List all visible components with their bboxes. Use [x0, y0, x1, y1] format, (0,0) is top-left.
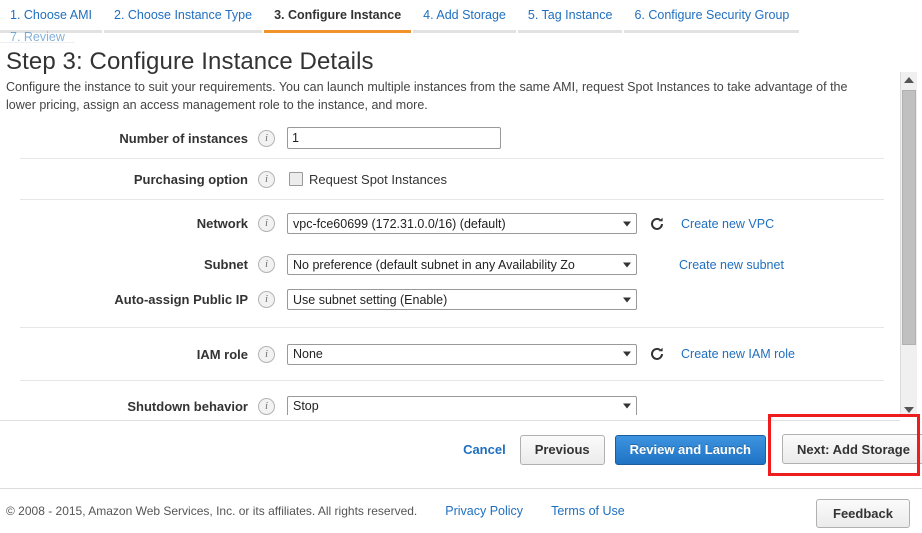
privacy-policy-link[interactable]: Privacy Policy [445, 504, 523, 518]
tab-label: 3. Configure Instance [274, 8, 402, 22]
next-button-wrapper: Next: Add Storage [782, 434, 922, 464]
info-icon[interactable]: i [258, 256, 275, 273]
scroll-up-arrow-icon[interactable] [901, 72, 917, 87]
control-auto-assign-public-ip: Use subnet setting (Enable) [287, 289, 900, 310]
shutdown-behavior-value: Stop [293, 399, 319, 413]
iam-role-select[interactable]: None [287, 343, 637, 365]
page-footer: © 2008 - 2015, Amazon Web Services, Inc.… [0, 488, 922, 533]
subnet-select[interactable]: No preference (default subnet in any Ava… [287, 254, 637, 275]
terms-of-use-link[interactable]: Terms of Use [551, 504, 625, 518]
auto-assign-public-ip-value: Use subnet setting (Enable) [293, 292, 448, 307]
label-subnet: Subnet [203, 257, 248, 272]
auto-assign-public-ip-select[interactable]: Use subnet setting (Enable) [287, 289, 637, 310]
row-iam-role: IAM role i None Create new IAM role [0, 328, 900, 380]
page-description: Configure the instance to suit your requ… [6, 80, 848, 112]
label-iam-role: IAM role [196, 346, 248, 362]
scroll-down-arrow-icon[interactable] [901, 402, 917, 417]
control-network: vpc-fce60699 (172.31.0.0/16) (default) C… [287, 213, 900, 234]
chevron-down-icon [623, 262, 631, 267]
info-icon[interactable]: i [258, 345, 275, 363]
row-number-of-instances: Number of instances i [0, 118, 900, 158]
iam-role-select-value: None [293, 347, 323, 361]
feedback-button[interactable]: Feedback [816, 499, 910, 528]
label-purchasing-option: Purchasing option [133, 171, 248, 187]
page-title: Step 3: Configure Instance Details [6, 48, 374, 75]
request-spot-instances-label[interactable]: Request Spot Instances [309, 172, 447, 187]
network-select-value: vpc-fce60699 (172.31.0.0/16) (default) [293, 216, 506, 231]
label-network: Network [196, 216, 248, 231]
vertical-scrollbar[interactable] [900, 72, 917, 417]
number-of-instances-input[interactable] [287, 127, 501, 149]
tab-label: 5. Tag Instance [527, 8, 613, 22]
network-select[interactable]: vpc-fce60699 (172.31.0.0/16) (default) [287, 213, 637, 234]
row-auto-assign-public-ip: Auto-assign Public IP i Use subnet setti… [0, 282, 900, 317]
configure-instance-form: Number of instances i Purchasing option … [0, 118, 900, 415]
cancel-button[interactable]: Cancel [463, 442, 506, 457]
info-icon[interactable]: i [258, 129, 275, 147]
shutdown-behavior-select[interactable]: Stop [287, 395, 637, 415]
wizard-tab-bar-overflow: 7. Review [0, 29, 922, 43]
chevron-down-icon [623, 297, 631, 302]
request-spot-instances-checkbox[interactable] [289, 172, 303, 186]
next-add-storage-button[interactable]: Next: Add Storage [782, 434, 922, 464]
info-icon[interactable]: i [258, 291, 275, 308]
copyright-text: © 2008 - 2015, Amazon Web Services, Inc.… [6, 504, 418, 518]
label-number-of-instances: Number of instances [119, 130, 248, 146]
control-number-of-instances [287, 127, 900, 149]
tab-label: 6. Configure Security Group [634, 8, 790, 22]
row-network: Network i vpc-fce60699 (172.31.0.0/16) (… [0, 200, 900, 247]
previous-button[interactable]: Previous [519, 434, 605, 465]
wizard-tab-bar: 1. Choose AMI 2. Choose Instance Type 3.… [0, 0, 922, 33]
label-shutdown-behavior: Shutdown behavior [127, 398, 248, 414]
label-auto-assign-public-ip: Auto-assign Public IP [114, 292, 248, 307]
chevron-down-icon [623, 403, 631, 409]
row-purchasing-option: Purchasing option i Request Spot Instanc… [0, 159, 900, 199]
chevron-down-icon [623, 351, 631, 357]
create-new-subnet-link[interactable]: Create new subnet [679, 258, 784, 272]
create-new-iam-role-link[interactable]: Create new IAM role [681, 347, 795, 361]
refresh-icon[interactable] [649, 216, 665, 232]
tab-label: 1. Choose AMI [10, 8, 92, 22]
scrollbar-thumb[interactable] [902, 90, 916, 345]
tab-label: 2. Choose Instance Type [114, 8, 253, 22]
control-subnet: No preference (default subnet in any Ava… [287, 254, 900, 275]
row-subnet: Subnet i No preference (default subnet i… [0, 247, 900, 282]
tab-label: 4. Add Storage [423, 8, 506, 22]
tab-review[interactable]: 7. Review [0, 30, 75, 43]
review-and-launch-button[interactable]: Review and Launch [614, 434, 766, 465]
refresh-icon[interactable] [649, 346, 665, 362]
tab-label: 7. Review [10, 30, 65, 43]
info-icon[interactable]: i [258, 215, 275, 232]
subnet-select-value: No preference (default subnet in any Ava… [293, 257, 575, 272]
info-icon[interactable]: i [258, 170, 275, 188]
control-iam-role: None Create new IAM role [287, 343, 900, 365]
chevron-down-icon [623, 221, 631, 226]
control-purchasing-option: Request Spot Instances [287, 172, 900, 187]
create-new-vpc-link[interactable]: Create new VPC [681, 217, 774, 231]
row-shutdown-behavior: Shutdown behavior i Stop [0, 381, 900, 415]
control-shutdown-behavior: Stop [287, 395, 900, 415]
action-bar: Cancel Previous Review and Launch [0, 420, 900, 478]
info-icon[interactable]: i [258, 397, 275, 415]
